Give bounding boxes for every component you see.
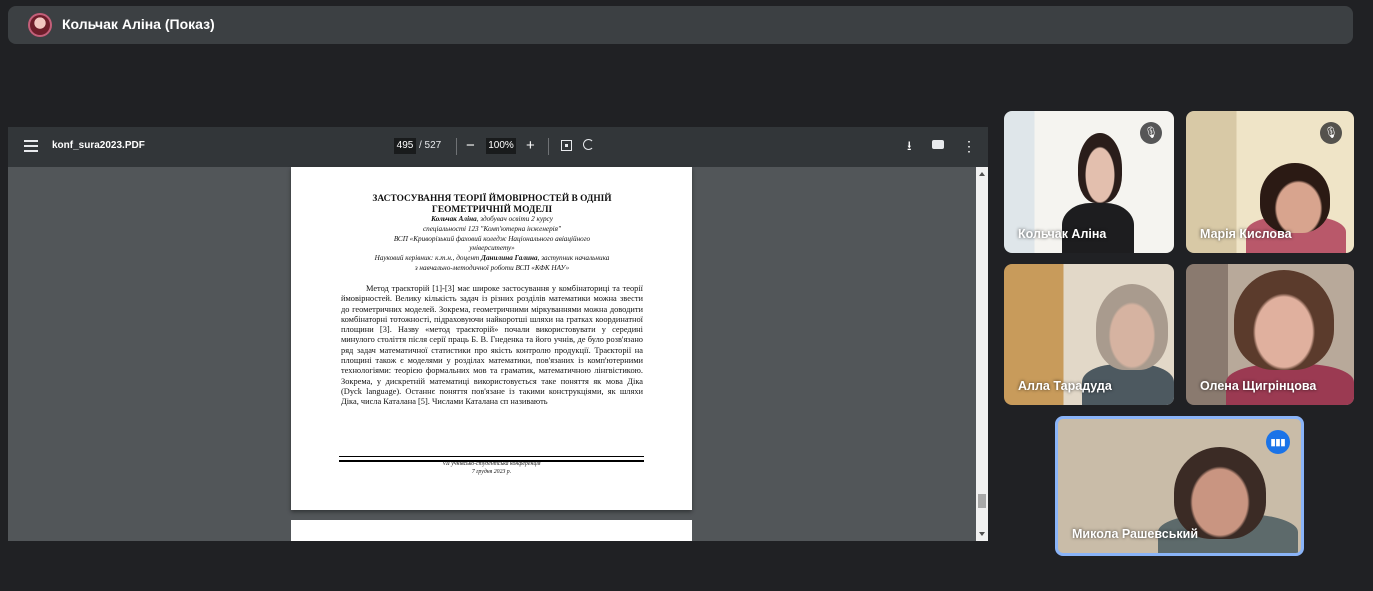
page-number-input[interactable]: 495	[394, 138, 416, 154]
toolbar-divider	[456, 138, 457, 155]
presenter-avatar	[28, 13, 52, 37]
speaking-icon: ▮▮▮	[1266, 430, 1290, 454]
scrollbar[interactable]	[976, 167, 988, 541]
scroll-up-arrow[interactable]	[979, 172, 985, 176]
zoom-input[interactable]: 100%	[486, 138, 516, 154]
footer-line: 7 грудня 2023 р.	[471, 468, 512, 475]
participant-tile[interactable]: 🎙 Кольчак Аліна	[1004, 111, 1174, 253]
paper-title-line: ЗАСТОСУВАННЯ ТЕОРІЇ ЙМОВІРНОСТЕЙ В ОДНІЙ	[372, 194, 612, 204]
scroll-down-arrow[interactable]	[979, 532, 985, 536]
paper-body: Метод траєкторій [1]-[3] має широке заст…	[341, 284, 643, 407]
zoom-out-button[interactable]: −	[466, 136, 475, 156]
institution-line: університету»	[469, 244, 515, 253]
participant-tile[interactable]: Алла Тарадуда	[1004, 264, 1174, 405]
shared-screen: konf_sura2023.PDF 495 / 527 − 100% + ⭳ ⋮…	[8, 127, 988, 541]
mic-off-icon: 🎙	[1140, 122, 1162, 144]
participant-tile[interactable]: 🎙 Марія Кислова	[1186, 111, 1354, 253]
paper-authors: Кольчак Аліна, здобувач освіти 2 курсу с…	[321, 215, 663, 274]
active-speaker-tile[interactable]: ▮▮▮ Микола Рашевський	[1055, 416, 1304, 556]
presentation-title: Кольчак Аліна (Показ)	[62, 16, 215, 32]
participant-video	[1260, 163, 1330, 233]
participant-video	[1078, 133, 1122, 203]
participant-name: Марія Кислова	[1200, 227, 1292, 241]
participant-video	[1234, 270, 1334, 370]
supervisor-line: Науковий керівник: к.т.н., доцент Данили…	[321, 254, 663, 264]
participant-name: Кольчак Аліна	[1018, 227, 1107, 241]
more-vert-icon[interactable]: ⋮	[962, 138, 976, 154]
participant-video	[1096, 284, 1168, 370]
supervisor-suffix: , заступник начальника	[537, 254, 610, 263]
pdf-page: ЗАСТОСУВАННЯ ТЕОРІЇ ЙМОВІРНОСТЕЙ В ОДНІЙ…	[291, 167, 692, 510]
mic-off-icon: 🎙	[1320, 122, 1342, 144]
participant-name: Алла Тарадуда	[1018, 379, 1112, 393]
fit-page-icon[interactable]	[561, 140, 572, 151]
author-line: Кольчак Аліна, здобувач освіти 2 курсу	[321, 215, 663, 225]
participant-name: Микола Рашевський	[1072, 527, 1199, 541]
author-name: Кольчак Аліна	[431, 215, 477, 223]
meeting-header: Кольчак Аліна (Показ)	[8, 6, 1353, 44]
zoom-in-button[interactable]: +	[526, 136, 535, 156]
toolbar-divider	[548, 138, 549, 155]
supervisor-line-2: з навчально-методичної роботи ВСП «КФК Н…	[414, 263, 570, 272]
pdf-next-page	[291, 520, 692, 541]
supervisor-name: Данилина Галина	[481, 254, 538, 263]
page-total: / 527	[419, 140, 442, 151]
print-icon[interactable]	[932, 140, 944, 149]
paper-footer: VII учнівсько-студентська конференція 7 …	[339, 461, 644, 476]
menu-icon[interactable]	[24, 140, 38, 152]
download-icon[interactable]: ⭳	[907, 137, 912, 159]
paper-title: ЗАСТОСУВАННЯ ТЕОРІЇ ЙМОВІРНОСТЕЙ В ОДНІЙ…	[321, 194, 663, 216]
rotate-icon[interactable]	[583, 139, 594, 150]
participant-video	[1174, 447, 1266, 539]
author-desc: , здобувач освіти 2 курсу	[476, 215, 553, 223]
footer-line: VII учнівсько-студентська конференція	[442, 461, 541, 467]
scrollbar-thumb[interactable]	[978, 494, 986, 508]
supervisor-prefix: Науковий керівник: к.т.н., доцент	[374, 254, 482, 263]
pdf-file-name: konf_sura2023.PDF	[52, 140, 145, 151]
participant-name: Олена Щигрінцова	[1200, 379, 1317, 393]
participant-tile[interactable]: Олена Щигрінцова	[1186, 264, 1354, 405]
institution-line: ВСП «Криворізький фаховий коледж Націона…	[393, 234, 591, 243]
specialty-line: спеціальності 123 "Комп'ютерна інженерія…	[422, 224, 562, 233]
pdf-toolbar: konf_sura2023.PDF 495 / 527 − 100% + ⭳ ⋮	[8, 127, 988, 167]
